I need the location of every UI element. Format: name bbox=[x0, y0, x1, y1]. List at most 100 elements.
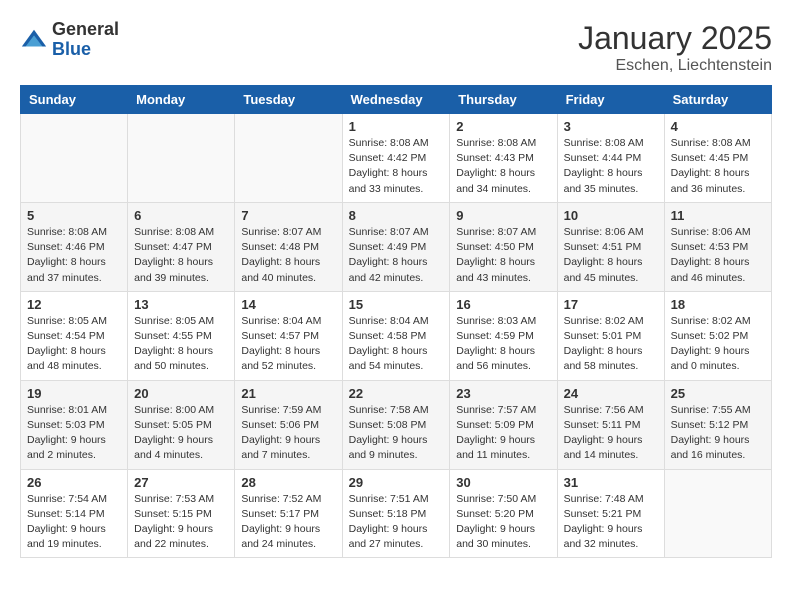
day-info: Sunrise: 8:05 AMSunset: 4:54 PMDaylight:… bbox=[27, 314, 121, 375]
calendar-cell: 22 Sunrise: 7:58 AMSunset: 5:08 PMDayligh… bbox=[342, 380, 450, 469]
day-info: Sunrise: 7:57 AMSunset: 5:09 PMDaylight:… bbox=[456, 403, 550, 464]
day-info: Sunrise: 8:06 AMSunset: 4:53 PMDaylight:… bbox=[671, 225, 765, 286]
day-info: Sunrise: 7:48 AMSunset: 5:21 PMDaylight:… bbox=[564, 492, 658, 553]
calendar-cell: 15 Sunrise: 8:04 AMSunset: 4:58 PMDayligh… bbox=[342, 291, 450, 380]
day-number: 14 bbox=[241, 297, 335, 312]
location-text: Eschen, Liechtenstein bbox=[578, 57, 772, 75]
week-row-1: 1Sunrise: 8:08 AMSunset: 4:42 PMDaylight… bbox=[21, 114, 772, 203]
calendar-cell: 8 Sunrise: 8:07 AMSunset: 4:49 PMDaylight… bbox=[342, 202, 450, 291]
calendar-cell: 11 Sunrise: 8:06 AMSunset: 4:53 PMDayligh… bbox=[664, 202, 771, 291]
month-title: January 2025 bbox=[578, 20, 772, 57]
weekday-header-tuesday: Tuesday bbox=[235, 86, 342, 114]
day-number: 23 bbox=[456, 386, 550, 401]
calendar-cell bbox=[664, 469, 771, 558]
day-info: Sunrise: 8:07 AMSunset: 4:50 PMDaylight:… bbox=[456, 225, 550, 286]
day-number: 12 bbox=[27, 297, 121, 312]
day-info: Sunrise: 8:03 AMSunset: 4:59 PMDaylight:… bbox=[456, 314, 550, 375]
day-info: Sunrise: 8:04 AMSunset: 4:58 PMDaylight:… bbox=[349, 314, 444, 375]
day-number: 16 bbox=[456, 297, 550, 312]
weekday-header-saturday: Saturday bbox=[664, 86, 771, 114]
day-number: 29 bbox=[349, 475, 444, 490]
calendar-cell: 10 Sunrise: 8:06 AMSunset: 4:51 PMDayligh… bbox=[557, 202, 664, 291]
logo: General Blue bbox=[20, 20, 119, 60]
day-info: Sunrise: 8:08 AMSunset: 4:43 PMDaylight:… bbox=[456, 136, 550, 197]
day-number: 5 bbox=[27, 208, 121, 223]
day-number: 18 bbox=[671, 297, 765, 312]
calendar-cell: 16 Sunrise: 8:03 AMSunset: 4:59 PMDayligh… bbox=[450, 291, 557, 380]
calendar-cell: 20 Sunrise: 8:00 AMSunset: 5:05 PMDayligh… bbox=[128, 380, 235, 469]
calendar-cell: 2 Sunrise: 8:08 AMSunset: 4:43 PMDaylight… bbox=[450, 114, 557, 203]
day-number: 2 bbox=[456, 119, 550, 134]
week-row-4: 19 Sunrise: 8:01 AMSunset: 5:03 PMDayligh… bbox=[21, 380, 772, 469]
logo-blue-text: Blue bbox=[52, 39, 91, 59]
day-info: Sunrise: 7:51 AMSunset: 5:18 PMDaylight:… bbox=[349, 492, 444, 553]
calendar-cell: 13Sunrise: 8:05 AMSunset: 4:55 PMDayligh… bbox=[128, 291, 235, 380]
day-number: 21 bbox=[241, 386, 335, 401]
day-number: 15 bbox=[349, 297, 444, 312]
day-info: Sunrise: 8:01 AMSunset: 5:03 PMDaylight:… bbox=[27, 403, 121, 464]
calendar-cell bbox=[128, 114, 235, 203]
week-row-3: 12 Sunrise: 8:05 AMSunset: 4:54 PMDayligh… bbox=[21, 291, 772, 380]
calendar-cell: 12 Sunrise: 8:05 AMSunset: 4:54 PMDayligh… bbox=[21, 291, 128, 380]
calendar-cell bbox=[235, 114, 342, 203]
day-info: Sunrise: 7:54 AMSunset: 5:14 PMDaylight:… bbox=[27, 492, 121, 553]
day-number: 26 bbox=[27, 475, 121, 490]
calendar-cell: 26 Sunrise: 7:54 AMSunset: 5:14 PMDayligh… bbox=[21, 469, 128, 558]
day-number: 3 bbox=[564, 119, 658, 134]
weekday-header-wednesday: Wednesday bbox=[342, 86, 450, 114]
calendar-cell: 28 Sunrise: 7:52 AMSunset: 5:17 PMDayligh… bbox=[235, 469, 342, 558]
day-number: 9 bbox=[456, 208, 550, 223]
week-row-5: 26 Sunrise: 7:54 AMSunset: 5:14 PMDayligh… bbox=[21, 469, 772, 558]
day-number: 17 bbox=[564, 297, 658, 312]
day-number: 11 bbox=[671, 208, 765, 223]
day-number: 27 bbox=[134, 475, 228, 490]
day-number: 25 bbox=[671, 386, 765, 401]
day-number: 10 bbox=[564, 208, 658, 223]
day-number: 1 bbox=[349, 119, 444, 134]
day-info: Sunrise: 7:59 AMSunset: 5:06 PMDaylight:… bbox=[241, 403, 335, 464]
day-number: 19 bbox=[27, 386, 121, 401]
day-number: 24 bbox=[564, 386, 658, 401]
calendar-cell: 5 Sunrise: 8:08 AMSunset: 4:46 PMDaylight… bbox=[21, 202, 128, 291]
day-number: 22 bbox=[349, 386, 444, 401]
day-info: Sunrise: 8:05 AMSunset: 4:55 PMDaylight:… bbox=[134, 314, 228, 375]
calendar-cell: 7Sunrise: 8:07 AMSunset: 4:48 PMDaylight… bbox=[235, 202, 342, 291]
calendar-cell: 29 Sunrise: 7:51 AMSunset: 5:18 PMDayligh… bbox=[342, 469, 450, 558]
day-number: 4 bbox=[671, 119, 765, 134]
calendar-cell: 30 Sunrise: 7:50 AMSunset: 5:20 PMDayligh… bbox=[450, 469, 557, 558]
calendar-cell: 21 Sunrise: 7:59 AMSunset: 5:06 PMDayligh… bbox=[235, 380, 342, 469]
weekday-header-friday: Friday bbox=[557, 86, 664, 114]
calendar-cell: 24 Sunrise: 7:56 AMSunset: 5:11 PMDayligh… bbox=[557, 380, 664, 469]
calendar-cell: 19 Sunrise: 8:01 AMSunset: 5:03 PMDayligh… bbox=[21, 380, 128, 469]
calendar-cell: 31Sunrise: 7:48 AMSunset: 5:21 PMDayligh… bbox=[557, 469, 664, 558]
calendar-cell: 3Sunrise: 8:08 AMSunset: 4:44 PMDaylight… bbox=[557, 114, 664, 203]
calendar-cell: 23 Sunrise: 7:57 AMSunset: 5:09 PMDayligh… bbox=[450, 380, 557, 469]
calendar-cell: 1Sunrise: 8:08 AMSunset: 4:42 PMDaylight… bbox=[342, 114, 450, 203]
calendar-cell: 14Sunrise: 8:04 AMSunset: 4:57 PMDayligh… bbox=[235, 291, 342, 380]
day-info: Sunrise: 7:50 AMSunset: 5:20 PMDaylight:… bbox=[456, 492, 550, 553]
day-info: Sunrise: 8:07 AMSunset: 4:48 PMDaylight:… bbox=[241, 225, 335, 286]
day-info: Sunrise: 8:00 AMSunset: 5:05 PMDaylight:… bbox=[134, 403, 228, 464]
calendar-cell bbox=[21, 114, 128, 203]
day-info: Sunrise: 8:07 AMSunset: 4:49 PMDaylight:… bbox=[349, 225, 444, 286]
day-info: Sunrise: 7:53 AMSunset: 5:15 PMDaylight:… bbox=[134, 492, 228, 553]
day-number: 8 bbox=[349, 208, 444, 223]
day-info: Sunrise: 7:58 AMSunset: 5:08 PMDaylight:… bbox=[349, 403, 444, 464]
page-header: General Blue January 2025 Eschen, Liecht… bbox=[20, 20, 772, 75]
day-info: Sunrise: 7:55 AMSunset: 5:12 PMDaylight:… bbox=[671, 403, 765, 464]
day-info: Sunrise: 7:56 AMSunset: 5:11 PMDaylight:… bbox=[564, 403, 658, 464]
title-block: January 2025 Eschen, Liechtenstein bbox=[578, 20, 772, 75]
logo-icon bbox=[20, 26, 48, 54]
day-info: Sunrise: 8:08 AMSunset: 4:46 PMDaylight:… bbox=[27, 225, 121, 286]
calendar-cell: 4 Sunrise: 8:08 AMSunset: 4:45 PMDaylight… bbox=[664, 114, 771, 203]
day-number: 30 bbox=[456, 475, 550, 490]
day-number: 28 bbox=[241, 475, 335, 490]
day-info: Sunrise: 8:06 AMSunset: 4:51 PMDaylight:… bbox=[564, 225, 658, 286]
calendar-cell: 9 Sunrise: 8:07 AMSunset: 4:50 PMDaylight… bbox=[450, 202, 557, 291]
day-info: Sunrise: 8:08 AMSunset: 4:47 PMDaylight:… bbox=[134, 225, 228, 286]
day-info: Sunrise: 8:02 AMSunset: 5:02 PMDaylight:… bbox=[671, 314, 765, 375]
day-info: Sunrise: 8:08 AMSunset: 4:45 PMDaylight:… bbox=[671, 136, 765, 197]
day-number: 20 bbox=[134, 386, 228, 401]
day-info: Sunrise: 7:52 AMSunset: 5:17 PMDaylight:… bbox=[241, 492, 335, 553]
weekday-header-thursday: Thursday bbox=[450, 86, 557, 114]
